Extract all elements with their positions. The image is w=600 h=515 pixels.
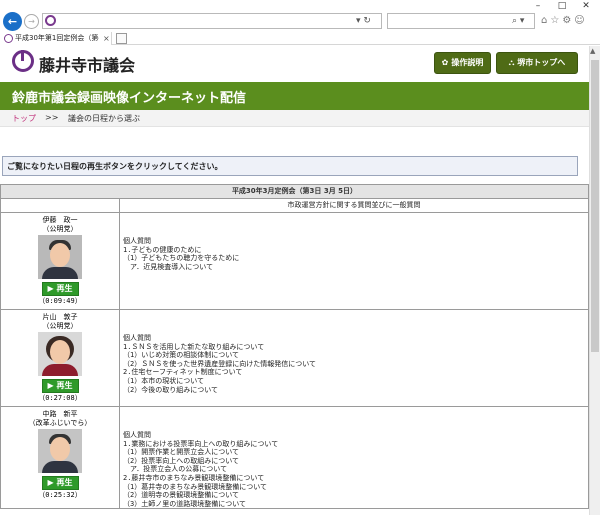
topic-line: （1）葛井寺のまちなみ景観環境整備について xyxy=(123,482,268,491)
speaker-photo xyxy=(38,429,82,473)
breadcrumb-separator: >> xyxy=(45,113,59,122)
help-button[interactable]: ✿ 操作説明 xyxy=(434,52,491,74)
question-topics: 個人質問 1.子どもの健康のために （1）子どもたちの聴力を守るために ア．近見… xyxy=(119,212,589,310)
session-title: 平成30年3月定例会（第3日 3月 5日） xyxy=(0,184,589,199)
topic-line: 1.ＳＮＳを活用した新たな取り組みについて xyxy=(123,342,265,351)
tab-favicon-icon xyxy=(4,34,13,43)
topic-line: ア．投票立会人の公募について xyxy=(123,465,228,474)
site-name[interactable]: 藤井寺市議会 xyxy=(39,52,135,76)
speaker-duration: （0:09:49） xyxy=(38,297,82,305)
topic-line: 個人質問 xyxy=(123,431,151,439)
speaker-photo xyxy=(38,332,82,376)
city-logo-icon[interactable] xyxy=(12,50,34,72)
speaker-name: 伊藤 政一 xyxy=(42,216,78,224)
topic-line: （2）ＳＮＳを使った世界遺産登録に向けた情報発信について xyxy=(123,359,317,368)
topic-line: 1.子どもの健康のために xyxy=(123,245,202,254)
speaker-party: （改革ふじいでら） xyxy=(28,419,92,427)
scroll-up-arrow-icon[interactable]: ▲ xyxy=(590,47,595,55)
scrollbar-thumb[interactable] xyxy=(591,60,599,352)
city-top-button-label: 市トップへ xyxy=(525,58,566,67)
table-row: 片山 敦子 （公明党） ▶ 再生 （0:27:08） 個人質問 1.ＳＮＳを活用… xyxy=(0,309,589,407)
speaker-cell: 片山 敦子 （公明党） ▶ 再生 （0:27:08） xyxy=(0,309,120,407)
topic-line: 2.住宅セーフティネット制度について xyxy=(123,368,243,377)
play-button[interactable]: ▶ 再生 xyxy=(41,379,79,393)
site-favicon-icon xyxy=(45,15,56,26)
speaker-photo xyxy=(38,235,82,279)
topic-line: （2）道明寺の景観環境整備について xyxy=(123,491,240,500)
topic-line: （1）開票作業と開票立会人について xyxy=(123,448,240,457)
schedule-table: 平成30年3月定例会（第3日 3月 5日） 市政運営方針に関する質問並びに一般質… xyxy=(0,184,589,510)
refresh-icon[interactable]: ▾ ↻ xyxy=(356,14,371,28)
gear-icon: ✿ xyxy=(441,58,449,67)
network-icon: ⛬ xyxy=(508,58,515,67)
speaker-name: 片山 敦子 xyxy=(42,313,78,321)
play-button[interactable]: ▶ 再生 xyxy=(41,476,79,490)
table-row: 伊藤 政一 （公明党） ▶ 再生 （0:09:49） 個人質問 1.子どもの健康… xyxy=(0,212,589,310)
breadcrumb-current: 議会の日程から選ぶ xyxy=(68,114,140,123)
back-arrow-icon[interactable]: ← xyxy=(3,12,22,31)
minimize-icon[interactable]: – xyxy=(526,0,550,12)
topic-line: 個人質問 xyxy=(123,237,151,245)
speaker-name: 中路 新平 xyxy=(42,410,78,418)
empty-cell xyxy=(0,198,120,213)
topic-line: （2）今後の取り組みについて xyxy=(123,385,219,394)
topic-line: （2）投票率向上への取組みについて xyxy=(123,456,240,465)
page-title: 鈴鹿市議会録画映像インターネット配信 xyxy=(12,91,247,106)
city-top-button[interactable]: ⛬ 堺市トップへ xyxy=(496,52,578,74)
session-subtitle: 市政運営方針に関する質問並びに一般質問 xyxy=(119,198,589,213)
topic-line: （3）土師ノ里の道路環境整備について xyxy=(123,499,247,508)
breadcrumb-top-link[interactable]: トップ xyxy=(12,113,36,124)
help-button-label: 操作説明 xyxy=(451,58,484,67)
topic-line: （1）いじめ対策の相談体制について xyxy=(123,351,240,360)
instruction-text: ご覧になりたい日程の再生ボタンをクリックしてください。 xyxy=(7,162,223,171)
home-star-gear-icons[interactable]: ⌂☆⚙☺ xyxy=(541,14,588,28)
speaker-party: （公明党） xyxy=(42,225,78,233)
table-row: 中路 新平 （改革ふじいでら） ▶ 再生 （0:25:32） 個人質問 1.業務… xyxy=(0,405,589,510)
question-topics: 個人質問 1.業務における投票率向上への取り組みについて （1）開票作業と開票立… xyxy=(119,405,589,510)
speaker-duration: （0:27:08） xyxy=(38,394,82,402)
topic-line: 1.業務における投票率向上への取り組みについて xyxy=(123,439,279,448)
speaker-cell: 中路 新平 （改革ふじいでら） ▶ 再生 （0:25:32） xyxy=(0,405,120,510)
topic-line: 個人質問 xyxy=(123,334,151,342)
new-tab-icon[interactable] xyxy=(116,33,127,44)
maximize-icon[interactable]: □ xyxy=(550,0,574,12)
speaker-party: （公明党） xyxy=(42,322,78,330)
close-window-icon[interactable]: ✕ xyxy=(574,0,598,12)
topic-line: （1）子どもたちの聴力を守るために xyxy=(123,254,240,263)
tab-close-icon[interactable]: × xyxy=(103,33,110,44)
play-button[interactable]: ▶ 再生 xyxy=(41,282,79,296)
browser-titlebar xyxy=(0,0,600,12)
address-bar[interactable] xyxy=(42,13,382,29)
search-icon[interactable]: ⌕ ▾ xyxy=(512,14,524,28)
topic-line: ア．近見検査導入について xyxy=(123,262,214,271)
topic-line: 2.藤井寺市のまちなみ景観環境整備について xyxy=(123,473,265,482)
tab-title[interactable]: 平成30年第1回定例会（第4... xyxy=(15,33,99,44)
topic-line: （1）本市の現状について xyxy=(123,376,205,385)
question-topics: 個人質問 1.ＳＮＳを活用した新たな取り組みについて （1）いじめ対策の相談体制… xyxy=(119,309,589,407)
speaker-cell: 伊藤 政一 （公明党） ▶ 再生 （0:09:49） xyxy=(0,212,120,310)
speaker-duration: （0:25:32） xyxy=(38,491,82,499)
forward-arrow-icon[interactable]: → xyxy=(24,14,39,29)
